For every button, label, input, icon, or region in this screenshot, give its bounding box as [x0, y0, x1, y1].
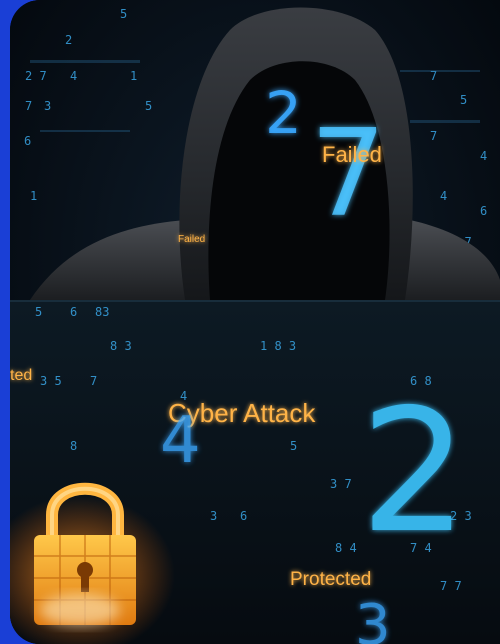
svg-text:3 7: 3 7 [330, 477, 352, 491]
svg-text:2: 2 [65, 33, 72, 47]
svg-text:8 3: 8 3 [110, 339, 132, 353]
big-digit-four: 4 [160, 404, 201, 478]
svg-text:5: 5 [290, 439, 297, 453]
svg-text:7 7: 7 7 [440, 579, 462, 593]
svg-text:3: 3 [210, 509, 217, 523]
partial-protected-label: ted [10, 367, 32, 384]
cyber-hacker-photo: 2536 2 741 757 357 6482 143 7 656 8377 1… [10, 0, 500, 644]
big-digit-two-top: 2 [265, 79, 302, 147]
big-digit-seven: 7 [310, 105, 386, 244]
svg-text:6: 6 [70, 305, 77, 319]
svg-text:6: 6 [480, 204, 487, 218]
svg-text:6: 6 [240, 509, 247, 523]
svg-text:5: 5 [145, 99, 152, 113]
svg-text:8: 8 [70, 439, 77, 453]
failed-label-small: Failed [178, 234, 205, 245]
svg-text:7: 7 [430, 129, 437, 143]
protected-label: Protected [290, 569, 371, 590]
svg-text:1 8 3: 1 8 3 [260, 339, 296, 353]
svg-text:5: 5 [120, 7, 127, 21]
svg-text:3: 3 [44, 99, 51, 113]
svg-text:5: 5 [460, 93, 467, 107]
svg-text:1: 1 [30, 189, 37, 203]
photo-scene: 2536 2 741 757 357 6482 143 7 656 8377 1… [10, 0, 500, 644]
svg-text:6: 6 [24, 134, 31, 148]
svg-text:2 7: 2 7 [25, 69, 47, 83]
svg-text:4: 4 [440, 189, 447, 203]
svg-text:7: 7 [25, 99, 32, 113]
svg-text:4: 4 [70, 69, 77, 83]
svg-text:7: 7 [90, 374, 97, 388]
failed-label-large: Failed [322, 142, 382, 167]
big-digit-three-bottom: 3 [355, 593, 391, 644]
svg-text:1: 1 [130, 69, 137, 83]
svg-text:3 5: 3 5 [40, 374, 62, 388]
svg-text:4: 4 [480, 149, 487, 163]
svg-text:5: 5 [35, 305, 42, 319]
svg-text:83: 83 [95, 305, 109, 319]
svg-text:8 4: 8 4 [335, 541, 357, 555]
big-digit-two-right: 2 [360, 373, 468, 571]
